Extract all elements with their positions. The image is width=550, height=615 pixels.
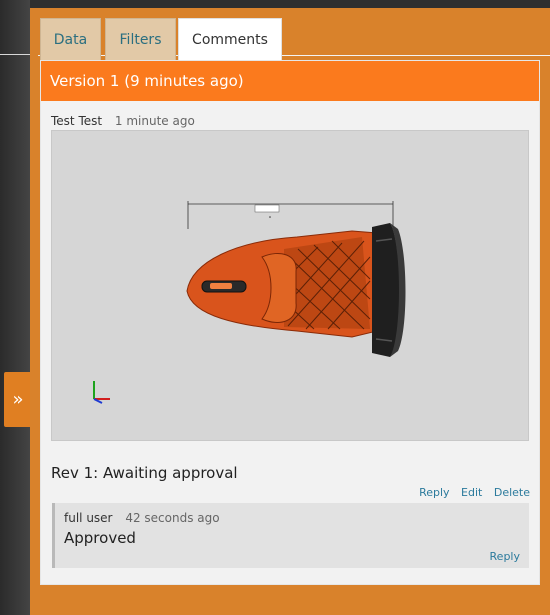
version-header[interactable]: Version 1 (9 minutes ago): [41, 61, 539, 101]
comment-time: 1 minute ago: [114, 114, 195, 128]
comments-panel: Data Filters Comments Version 1 (9 minut…: [30, 8, 550, 615]
edit-link[interactable]: Edit: [461, 486, 482, 499]
expand-panel-button[interactable]: »: [4, 372, 32, 427]
3d-model-snapshot-icon: [93, 201, 406, 404]
left-sidebar-strip: [0, 0, 30, 615]
reply-text: Approved: [64, 529, 136, 547]
divider-line: [0, 54, 32, 55]
model-snapshot-image[interactable]: [51, 130, 529, 441]
revision-status: Rev 1: Awaiting approval: [51, 464, 238, 482]
reply-reply-link[interactable]: Reply: [490, 550, 520, 563]
tab-data[interactable]: Data: [40, 18, 101, 60]
double-chevron-right-icon: »: [12, 389, 24, 410]
reply-author: full user: [64, 511, 113, 525]
reply-meta: full user 42 seconds ago: [64, 511, 220, 525]
comments-content: Version 1 (9 minutes ago) Test Test 1 mi…: [40, 60, 540, 585]
comment-meta: Test Test 1 minute ago: [51, 114, 195, 128]
delete-link[interactable]: Delete: [494, 486, 530, 499]
reply-time: 42 seconds ago: [125, 511, 220, 525]
comment-author: Test Test: [51, 114, 103, 128]
comment-actions: Reply Edit Delete: [411, 486, 530, 499]
reply-comment: full user 42 seconds ago Approved Reply: [52, 503, 529, 568]
reply-link[interactable]: Reply: [419, 486, 449, 499]
tab-filters[interactable]: Filters: [105, 18, 176, 60]
tab-comments[interactable]: Comments: [178, 18, 282, 63]
top-strip: [0, 0, 550, 8]
